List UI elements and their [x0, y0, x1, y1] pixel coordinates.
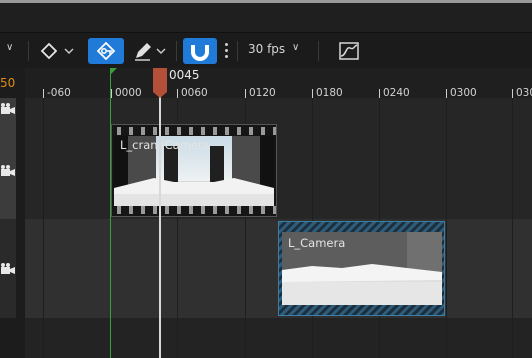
- grid-line: [512, 98, 513, 358]
- toolbar-divider: [176, 41, 177, 61]
- toolbar-divider: [318, 41, 319, 61]
- snap-options-button[interactable]: [223, 42, 231, 62]
- ruler-tick: [512, 89, 513, 98]
- camera-icon: [1, 165, 15, 176]
- key-icon: [96, 41, 116, 61]
- sequencer-toolbar: ∨ 30 fps ∨: [0, 32, 532, 69]
- outliner-frame-label: 50: [0, 76, 16, 90]
- section-start-marker[interactable]: [110, 69, 111, 358]
- curve-editor-button[interactable]: [336, 38, 362, 64]
- key-type-button[interactable]: [36, 38, 78, 64]
- curve-editor-icon: [339, 42, 359, 60]
- ruler-tick: [245, 89, 246, 98]
- ruler-tick: [379, 89, 380, 98]
- chevron-down-icon[interactable]: ∨: [292, 42, 299, 53]
- header-bar: [0, 3, 532, 32]
- pen-icon: [135, 43, 166, 61]
- diamond-key-icon: [40, 42, 74, 60]
- ruler-tick: [446, 89, 447, 98]
- magnet-icon: [191, 45, 209, 61]
- start-flag-icon: [110, 68, 117, 75]
- frame-rate-dropdown[interactable]: 30 fps: [248, 42, 285, 56]
- playhead-handle[interactable]: [153, 68, 167, 98]
- playhead-frame-readout: 0045: [169, 68, 200, 82]
- track-area-empty[interactable]: [25, 318, 532, 358]
- playhead-line[interactable]: [159, 96, 161, 358]
- edit-mode-button[interactable]: [130, 38, 170, 64]
- camera-icon: [1, 103, 15, 114]
- film-perforation: [112, 127, 276, 135]
- ruler-tick: [111, 89, 112, 98]
- grid-line: [43, 98, 44, 358]
- camera-icon: [1, 263, 15, 274]
- camera-cut-clip-crane-camera[interactable]: L_craneCamera: [111, 124, 277, 217]
- grid-line: [446, 98, 447, 358]
- ruler-tick: [177, 89, 178, 98]
- outliner-row-crane-camera[interactable]: [0, 98, 16, 219]
- film-perforation: [112, 206, 276, 214]
- ruler-tick: [43, 89, 44, 98]
- toolbar-divider: [28, 41, 29, 61]
- toolbar-divider: [237, 41, 238, 61]
- ruler-tick: [312, 89, 313, 98]
- auto-key-button[interactable]: [88, 38, 124, 64]
- snap-button[interactable]: [183, 38, 217, 64]
- track-crane-camera[interactable]: [25, 98, 532, 219]
- chevron-down-icon[interactable]: ∨: [6, 42, 13, 53]
- clip-label: L_craneCamera: [120, 138, 210, 152]
- camera-cut-clip-camera[interactable]: L_Camera: [278, 221, 445, 316]
- clip-label: L_Camera: [288, 236, 346, 250]
